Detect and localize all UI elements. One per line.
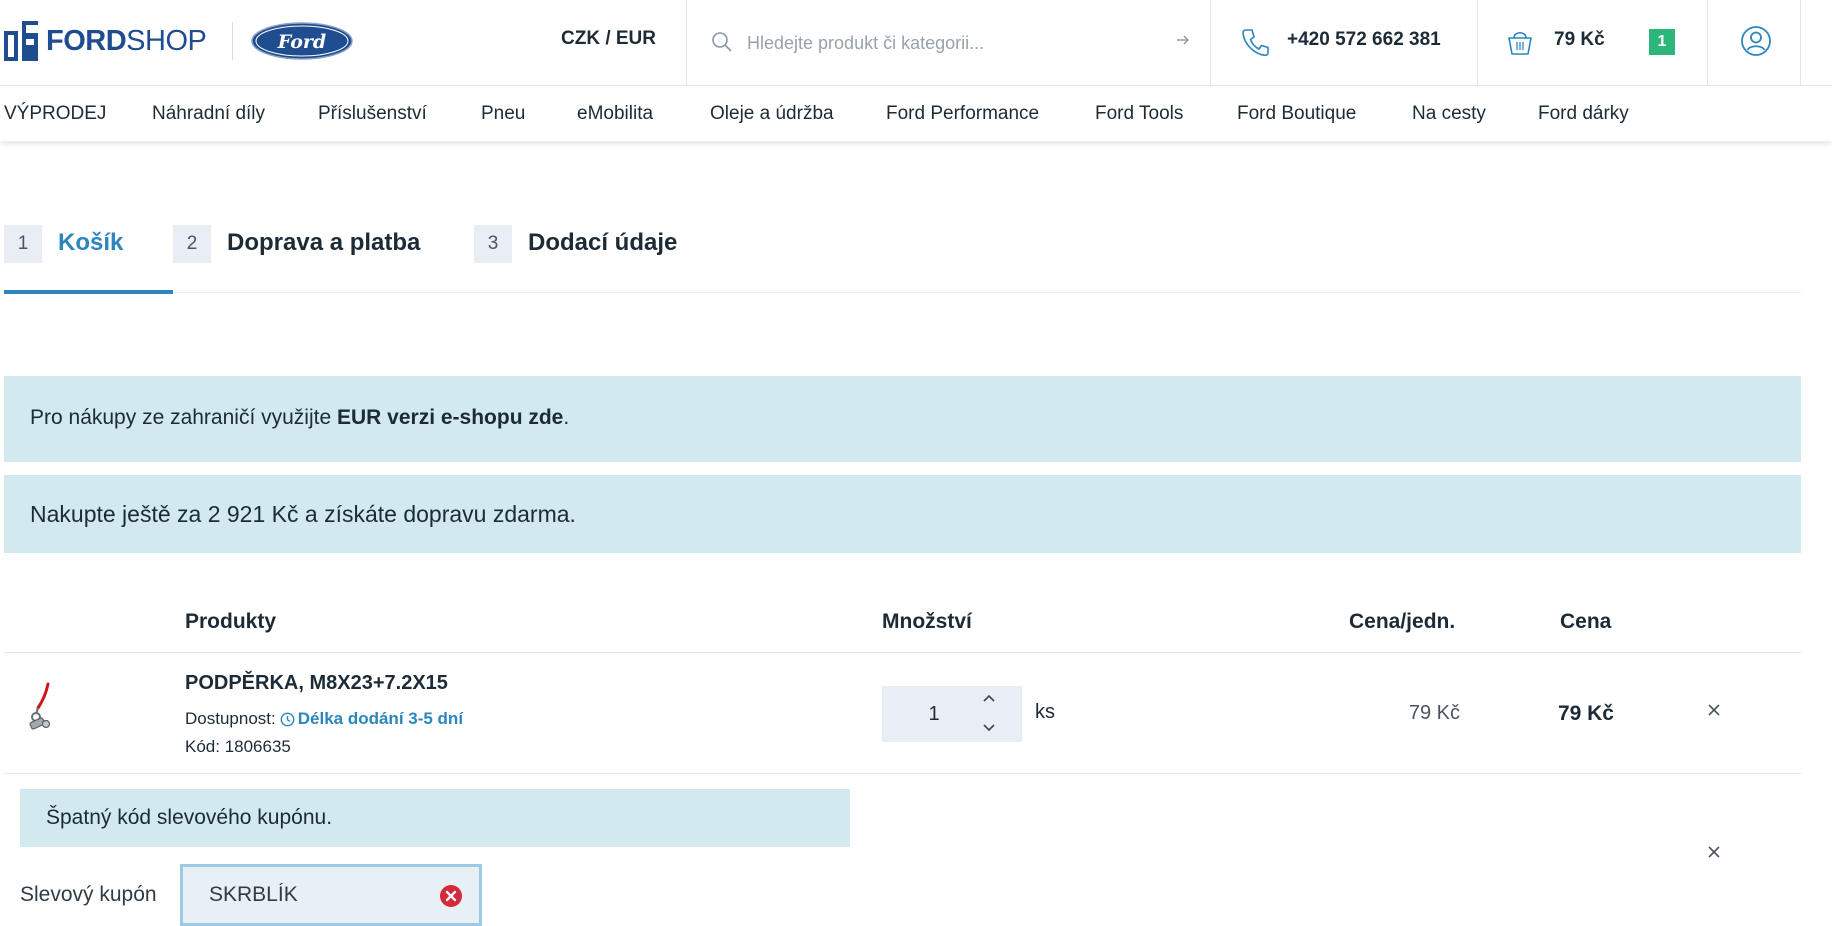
product-availability: Dostupnost: Délka dodání 3-5 dní — [185, 709, 463, 729]
nav-item-ford-boutique[interactable]: Ford Boutique — [1237, 103, 1356, 125]
step-number: 1 — [4, 225, 42, 263]
nav-item-ford-tools[interactable]: Ford Tools — [1095, 103, 1183, 125]
step-label: Doprava a platba — [227, 229, 421, 256]
remove-item-close-icon[interactable] — [1706, 702, 1722, 718]
column-header-products: Produkty — [185, 610, 277, 633]
step-dodaci-udaje[interactable]: 3 Dodací údaje — [474, 220, 724, 293]
step-doprava-a-platba[interactable]: 2 Doprava a platba — [173, 220, 473, 293]
step-kosik[interactable]: 1 Košík — [4, 220, 173, 293]
step-number: 2 — [173, 225, 211, 263]
foreign-purchase-suffix: . — [563, 406, 570, 429]
phone-number: +420 572 662 381 — [1287, 29, 1441, 50]
coupon-error-text: Špatný kód slevového kupónu. — [46, 806, 333, 829]
search-input[interactable] — [747, 26, 1147, 60]
table-divider — [4, 652, 1801, 653]
free-shipping-notice: Nakupte ještě za 2 921 Kč a získáte dopr… — [4, 475, 1801, 553]
free-shipping-text: Nakupte ještě za 2 921 Kč a získáte dopr… — [30, 501, 576, 527]
chevron-down-icon[interactable] — [980, 718, 998, 736]
site-header: FORDSHOP Ford CZK / EUR +420 572 662 381 — [0, 0, 1832, 86]
account-button[interactable] — [1708, 0, 1801, 86]
product-code: Kód: 1806635 — [185, 737, 291, 756]
table-divider — [4, 773, 1801, 774]
checkout-steps: 1 Košík 2 Doprava a platba 3 Dodací údaj… — [4, 220, 1801, 294]
quantity-unit: ks — [1035, 701, 1055, 723]
basket-icon — [1508, 31, 1532, 55]
eur-version-link[interactable]: EUR verzi e-shopu zde — [337, 406, 563, 429]
clock-icon — [280, 712, 295, 726]
logo-light-text: SHOP — [126, 24, 207, 57]
column-header-unit-price: Cena/jedn. — [1349, 610, 1456, 633]
foreign-purchase-prefix: Pro nákupy ze zahraničí využijte — [30, 406, 337, 429]
nav-item-vyprodej[interactable]: VÝPRODEJ — [4, 103, 106, 125]
logo-divider — [232, 22, 233, 60]
coupon-field — [180, 864, 482, 926]
user-account-icon — [1741, 26, 1771, 56]
nav-item-oleje-a-udrzba[interactable]: Oleje a údržba — [710, 103, 834, 125]
quantity-stepper — [882, 686, 1022, 742]
currency-switcher[interactable]: CZK / EUR — [561, 28, 656, 50]
main-navigation: VÝPRODEJ Náhradní díly Příslušenství Pne… — [0, 86, 1832, 141]
fordshop-logo[interactable]: FORDSHOP — [4, 18, 207, 64]
fordshop-logo-icon — [4, 21, 38, 61]
logo-bold-text: FORD — [46, 24, 127, 57]
line-total-price: 79 Kč — [1557, 702, 1614, 725]
quantity-input[interactable] — [882, 686, 986, 742]
active-step-indicator — [4, 290, 173, 294]
column-header-quantity: Množství — [882, 610, 972, 633]
coupon-label: Slevový kupón — [20, 883, 157, 906]
nav-item-emobilita[interactable]: eMobilita — [577, 103, 653, 125]
nav-item-ford-performance[interactable]: Ford Performance — [886, 103, 1039, 125]
unit-price: 79 Kč — [1408, 702, 1460, 724]
nav-item-nahradni-dily[interactable]: Náhradní díly — [152, 103, 265, 125]
product-thumbnail[interactable] — [24, 680, 64, 746]
nav-item-pneu[interactable]: Pneu — [481, 103, 525, 125]
delivery-time-link[interactable]: Délka dodání 3-5 dní — [298, 709, 463, 729]
availability-label: Dostupnost: — [185, 709, 276, 728]
phone-icon — [1242, 29, 1269, 57]
fordshop-wordmark: FORDSHOP — [46, 24, 207, 58]
search-icon — [712, 32, 732, 52]
step-number: 3 — [474, 225, 512, 263]
step-label: Dodací údaje — [528, 229, 678, 256]
column-header-price: Cena — [1560, 610, 1612, 633]
nav-item-prislusenstvi[interactable]: Příslušenství — [318, 103, 427, 125]
phone-contact[interactable]: +420 572 662 381 — [1211, 0, 1478, 86]
coupon-error-message: Špatný kód slevového kupónu. — [20, 789, 850, 847]
cart-count-badge: 1 — [1649, 29, 1675, 55]
search-bar — [686, 0, 1211, 86]
cart-summary[interactable]: 79 Kč 1 — [1478, 0, 1708, 86]
foreign-purchase-text: Pro nákupy ze zahraničí využijte EUR ver… — [30, 406, 569, 430]
step-label: Košík — [58, 229, 124, 256]
remove-coupon-close-icon[interactable] — [1706, 844, 1722, 860]
nav-item-na-cesty[interactable]: Na cesty — [1412, 103, 1486, 125]
coupon-input[interactable] — [209, 879, 419, 911]
nav-item-ford-darky[interactable]: Ford dárky — [1538, 103, 1629, 125]
product-name[interactable]: PODPĚRKA, M8X23+7.2X15 — [185, 672, 448, 695]
ford-oval-logo: Ford — [251, 22, 353, 60]
foreign-purchase-notice: Pro nákupy ze zahraničí využijte EUR ver… — [4, 376, 1801, 462]
cart-total: 79 Kč — [1554, 29, 1605, 50]
chevron-up-icon[interactable] — [980, 690, 998, 708]
arrow-right-icon[interactable] — [1173, 30, 1193, 50]
clear-error-icon[interactable] — [439, 884, 463, 908]
ford-oval-text: Ford — [277, 31, 326, 53]
